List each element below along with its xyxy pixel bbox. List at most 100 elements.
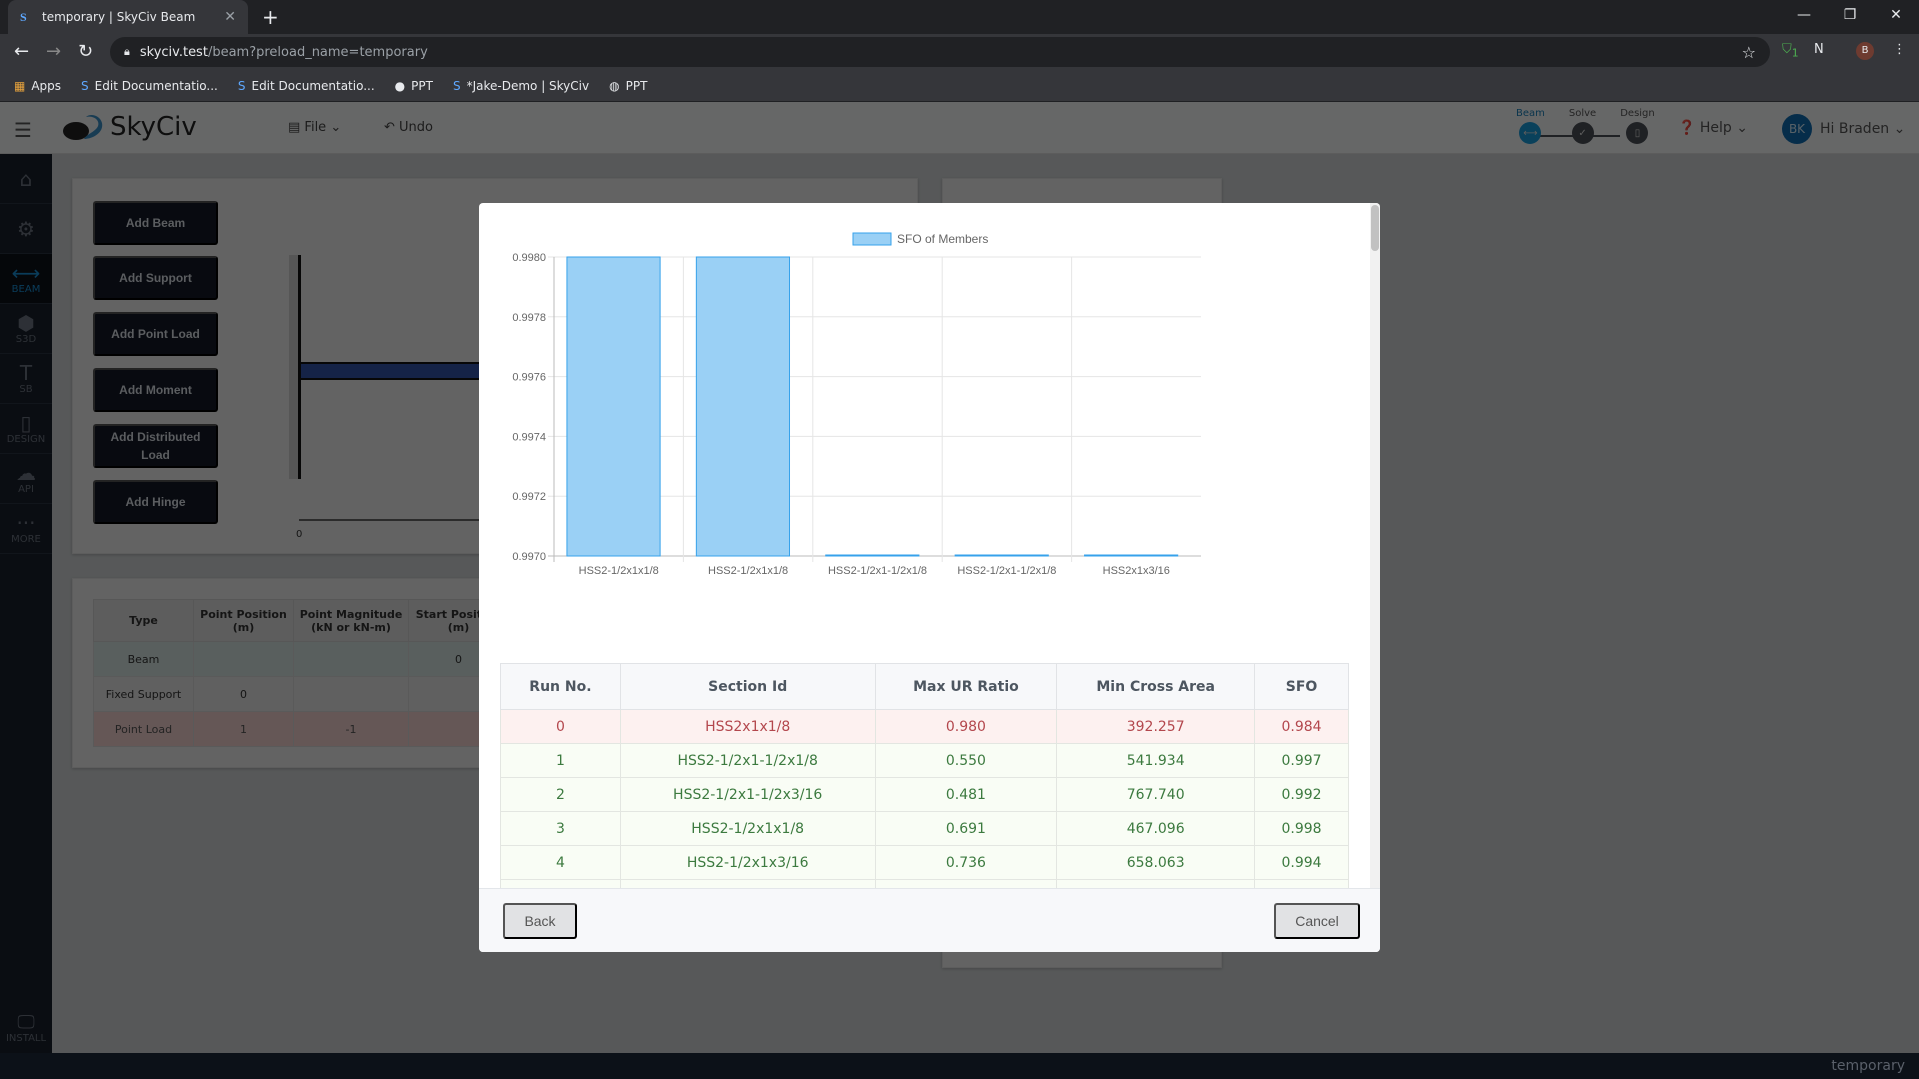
bookmark-item[interactable]: S Edit Documentatio... (81, 79, 218, 93)
browser-tab[interactable]: S temporary | SkyCiv Beam ✕ (8, 0, 248, 34)
skyciv-icon: S (81, 78, 89, 93)
minimize-icon[interactable]: — (1781, 0, 1827, 30)
results-cell: 0.691 (874, 811, 1058, 846)
results-cell: 0.984 (1254, 709, 1349, 744)
legend-swatch (852, 232, 892, 246)
modal-scrollbar[interactable] (1370, 203, 1380, 888)
close-window-icon[interactable]: ✕ (1873, 0, 1919, 30)
results-cell: 467.096 (1056, 811, 1256, 846)
results-cell: 2 (500, 777, 621, 812)
results-cell: 0.736 (874, 845, 1058, 880)
y-tick-label: 0.9970 (512, 551, 546, 563)
results-table: Run No. Section Id Max UR Ratio Min Cros… (500, 663, 1349, 888)
x-tick-label: HSS2x1x3/16 (1103, 565, 1170, 577)
results-cell: 0.994 (1254, 845, 1349, 880)
optimization-results-modal: SFO of Members 0.9980 0.9978 0.9976 0.9974 0.… (479, 203, 1380, 952)
notion-extension-icon[interactable]: N (1814, 42, 1824, 57)
results-cell: HSS2-1/2x1x1/8 (619, 811, 876, 846)
results-row[interactable]: 4 HSS2-1/2x1x3/16 0.736 658.063 0.994 (500, 845, 1349, 880)
results-cell: 0.481 (874, 777, 1058, 812)
bar-4 (1084, 554, 1179, 557)
results-cell (619, 879, 876, 888)
bookmark-label: Edit Documentatio... (94, 78, 218, 93)
address-bar[interactable]: 🔒︎ skyciv.test /beam?preload_name=tempor… (110, 37, 1770, 67)
bar-1 (695, 256, 791, 557)
bookmark-item[interactable]: S Edit Documentatio... (238, 79, 375, 93)
results-cell: 0 (500, 709, 621, 744)
results-cell: 4 (500, 845, 621, 880)
results-cell: 3 (500, 811, 621, 846)
results-cell: 0.980 (874, 709, 1058, 744)
apps-grid-icon: ▦ (14, 78, 26, 93)
x-tick-label: HSS2-1/2x1x1/8 (708, 565, 788, 577)
x-tick-label: HSS2-1/2x1x1/8 (579, 565, 659, 577)
lock-icon: 🔒︎ (124, 45, 130, 58)
shield-extension-icon[interactable]: ⛉1 (1782, 42, 1799, 60)
back-arrow-icon[interactable]: ← (14, 42, 29, 62)
profile-avatar[interactable]: B (1856, 42, 1874, 60)
results-row-partial[interactable] (500, 879, 1349, 888)
forward-arrow-icon[interactable]: → (46, 42, 61, 62)
legend-label: SFO of Members (897, 232, 988, 246)
bookmarks-bar: ▦ Apps S Edit Documentatio... S Edit Docume… (0, 70, 1919, 102)
bookmark-star-icon[interactable]: ☆ (1742, 43, 1756, 62)
results-row[interactable]: 2 HSS2-1/2x1-1/2x3/16 0.481 767.740 0.992 (500, 777, 1349, 812)
results-cell: HSS2-1/2x1-1/2x1/8 (619, 743, 876, 778)
globe-icon: ◍ (609, 78, 620, 93)
restore-icon[interactable]: ❐ (1827, 0, 1873, 30)
results-cell (500, 879, 621, 888)
bookmark-label: *Jake-Demo | SkyCiv (466, 78, 590, 93)
status-text: temporary (1831, 1058, 1905, 1074)
skyciv-favicon-icon: S (20, 10, 27, 24)
github-icon: ● (394, 78, 406, 93)
results-cell (1254, 879, 1349, 888)
skyciv-icon: S (452, 78, 461, 93)
cancel-button[interactable]: Cancel (1274, 903, 1360, 939)
modal-body: SFO of Members 0.9980 0.9978 0.9976 0.9974 0.… (479, 203, 1380, 888)
results-row[interactable]: 1 HSS2-1/2x1-1/2x1/8 0.550 541.934 0.997 (500, 743, 1349, 778)
extension-badge: 1 (1791, 46, 1799, 60)
col-header-sfo: SFO (1254, 663, 1349, 710)
browser-menu-icon[interactable]: ⋮ (1893, 42, 1906, 57)
results-cell: 0.998 (1254, 811, 1349, 846)
results-row[interactable]: 3 HSS2-1/2x1x1/8 0.691 467.096 0.998 (500, 811, 1349, 846)
new-tab-icon[interactable]: + (262, 5, 279, 29)
bar-3 (954, 554, 1049, 557)
results-cell: 392.257 (1056, 709, 1256, 744)
scrollbar-thumb[interactable] (1371, 205, 1379, 251)
bar-0 (566, 256, 661, 557)
results-cell: HSS2-1/2x1x3/16 (619, 845, 876, 880)
bookmark-label: PPT (411, 78, 433, 93)
results-cell: HSS2x1x1/8 (619, 709, 876, 744)
back-button[interactable]: Back (503, 903, 577, 939)
url-host: skyciv.test (139, 44, 208, 60)
x-tick-label: HSS2-1/2x1-1/2x1/8 (828, 565, 927, 577)
results-cell: 658.063 (1056, 845, 1256, 880)
y-tick-label: 0.9978 (512, 312, 546, 324)
col-header-max-ur: Max UR Ratio (874, 663, 1058, 710)
results-cell (1056, 879, 1256, 888)
bookmark-item[interactable]: S *Jake-Demo | SkyCiv (453, 79, 589, 93)
results-cell: 0.550 (874, 743, 1058, 778)
status-bar: temporary (0, 1053, 1919, 1079)
col-header-section-id: Section Id (619, 663, 876, 710)
bookmark-apps[interactable]: ▦ Apps (14, 79, 61, 93)
modal-footer: Back Cancel (479, 888, 1380, 952)
bookmark-item[interactable]: ● PPT (395, 79, 433, 93)
results-row[interactable]: 0 HSS2x1x1/8 0.980 392.257 0.984 (500, 709, 1349, 744)
col-header-min-area: Min Cross Area (1056, 663, 1256, 710)
results-cell: 767.740 (1056, 777, 1256, 812)
results-cell: HSS2-1/2x1-1/2x3/16 (619, 777, 876, 812)
bookmark-label: PPT (625, 78, 648, 93)
close-tab-icon[interactable]: ✕ (224, 9, 236, 25)
bookmark-item[interactable]: ◍ PPT (609, 79, 647, 93)
results-cell (874, 879, 1058, 888)
reload-icon[interactable]: ↻ (78, 42, 93, 62)
y-tick-label: 0.9974 (512, 431, 546, 443)
skyciv-icon: S (237, 78, 246, 93)
results-cell: 0.992 (1254, 777, 1349, 812)
bar-2 (825, 554, 920, 557)
y-tick-label: 0.9972 (512, 491, 546, 503)
bookmark-label: Apps (31, 78, 62, 93)
browser-toolbar: ← → ↻ 🔒︎ skyciv.test /beam?preload_name=… (0, 34, 1919, 70)
